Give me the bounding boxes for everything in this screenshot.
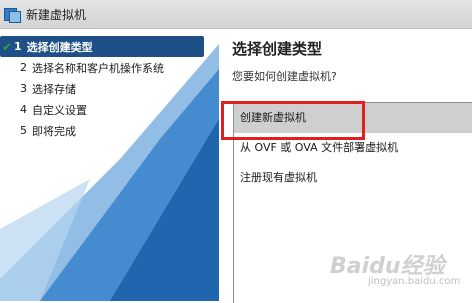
step-label: 选择存储	[32, 82, 76, 96]
check-icon: ✔	[1, 39, 13, 54]
step-label: 选择创建类型	[26, 40, 93, 54]
window-title: 新建虚拟机	[26, 7, 87, 22]
step-item-2[interactable]: 2 选择名称和客户机操作系统	[0, 57, 219, 78]
step-number: 3	[20, 82, 27, 95]
step-number: 2	[20, 61, 27, 74]
step-list: ✔ 1 选择创建类型 2 选择名称和客户机操作系统 3 选择存储 4 自定义设置…	[0, 36, 219, 141]
step-number: 4	[20, 103, 27, 116]
annotation-highlight-box	[221, 101, 365, 140]
step-label: 选择名称和客户机操作系统	[32, 61, 164, 75]
step-item-3[interactable]: 3 选择存储	[0, 78, 219, 99]
step-navigation-panel: ✔ 1 选择创建类型 2 选择名称和客户机操作系统 3 选择存储 4 自定义设置…	[0, 29, 219, 301]
page-subtitle: 您要如何创建虚拟机?	[232, 70, 337, 83]
step-number: 1	[14, 40, 22, 53]
vm-app-icon	[4, 6, 21, 23]
step-item-5[interactable]: 5 即将完成	[0, 120, 219, 141]
watermark-url: jingyan.baidu.com	[368, 276, 461, 287]
option-register-existing-vm[interactable]: 注册现有虚拟机	[234, 163, 472, 193]
step-label: 即将完成	[32, 124, 76, 138]
step-label: 自定义设置	[32, 103, 87, 117]
page-title: 选择创建类型	[232, 40, 323, 58]
title-bar: 新建虚拟机	[0, 0, 472, 29]
step-item-1[interactable]: ✔ 1 选择创建类型	[0, 36, 204, 57]
step-item-4[interactable]: 4 自定义设置	[0, 99, 219, 120]
step-number: 5	[20, 124, 27, 137]
